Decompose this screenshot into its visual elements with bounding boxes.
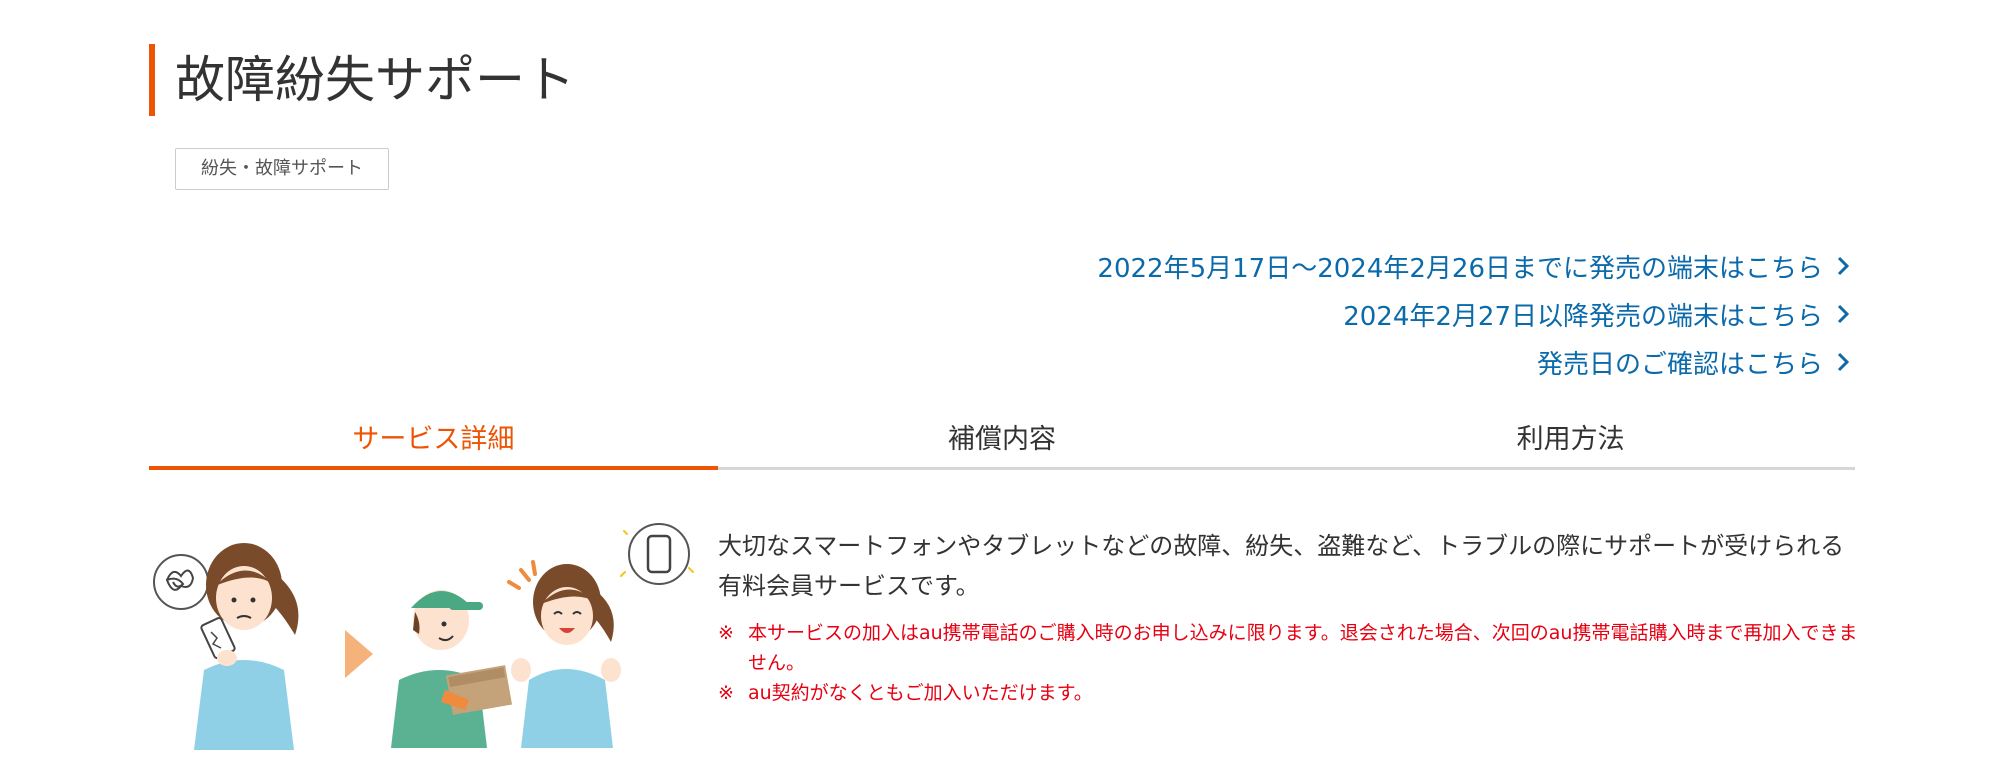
link-label: 2022年5月17日〜2024年2月26日までに発売の端末はこちら xyxy=(1097,253,1823,284)
link-label: 発売日のご確認はこちら xyxy=(1536,349,1823,380)
phone-bubble-icon xyxy=(620,523,694,585)
chevron-right-icon xyxy=(1837,352,1850,372)
link-label: 2024年2月27日以降発売の端末はこちら xyxy=(1343,301,1823,332)
worry-bubble-icon xyxy=(153,554,209,610)
tab-usage[interactable]: 利用方法 xyxy=(1286,418,1855,467)
arrow-right-icon xyxy=(345,630,373,678)
note-text: au契約がなくともご加入いただけます。 xyxy=(748,682,1093,704)
service-description: 大切なスマートフォンやタブレットなどの故障、紛失、盗難など、トラブルの際にサポー… xyxy=(718,526,1858,708)
tab-service-details[interactable]: サービス詳細 xyxy=(149,418,718,470)
tab-coverage[interactable]: 補償内容 xyxy=(718,418,1287,467)
device-links: 2022年5月17日〜2024年2月26日までに発売の端末はこちら 2024年2… xyxy=(1097,242,1855,386)
note-mark: ※ xyxy=(718,682,734,704)
note-mark: ※ xyxy=(718,622,734,644)
category-tag[interactable]: 紛失・故障サポート xyxy=(175,148,389,190)
note-item: ※ au契約がなくともご加入いただけます。 xyxy=(718,678,1858,708)
note-item: ※ 本サービスの加入はau携帯電話のご購入時のお申し込みに限ります。退会された場… xyxy=(718,618,1858,678)
link-devices-2022-2024[interactable]: 2022年5月17日〜2024年2月26日までに発売の端末はこちら xyxy=(1097,242,1855,290)
delivery-man-figure xyxy=(391,590,513,748)
notes-list: ※ 本サービスの加入はau携帯電話のご購入時のお申し込みに限ります。退会された場… xyxy=(718,618,1858,708)
page-title: 故障紛失サポート xyxy=(149,44,575,116)
link-release-date[interactable]: 発売日のご確認はこちら xyxy=(1097,338,1855,386)
link-devices-after-2024[interactable]: 2024年2月27日以降発売の端末はこちら xyxy=(1097,290,1855,338)
chevron-right-icon xyxy=(1837,256,1850,276)
worried-woman-figure xyxy=(194,543,299,750)
chevron-right-icon xyxy=(1837,304,1850,324)
description-text: 大切なスマートフォンやタブレットなどの故障、紛失、盗難など、トラブルの際にサポー… xyxy=(718,532,1845,600)
service-illustration xyxy=(153,523,694,750)
happy-woman-figure xyxy=(507,560,621,748)
note-text: 本サービスの加入はau携帯電話のご購入時のお申し込みに限ります。退会された場合、… xyxy=(748,622,1858,674)
tab-bar: サービス詳細 補償内容 利用方法 xyxy=(149,418,1855,470)
